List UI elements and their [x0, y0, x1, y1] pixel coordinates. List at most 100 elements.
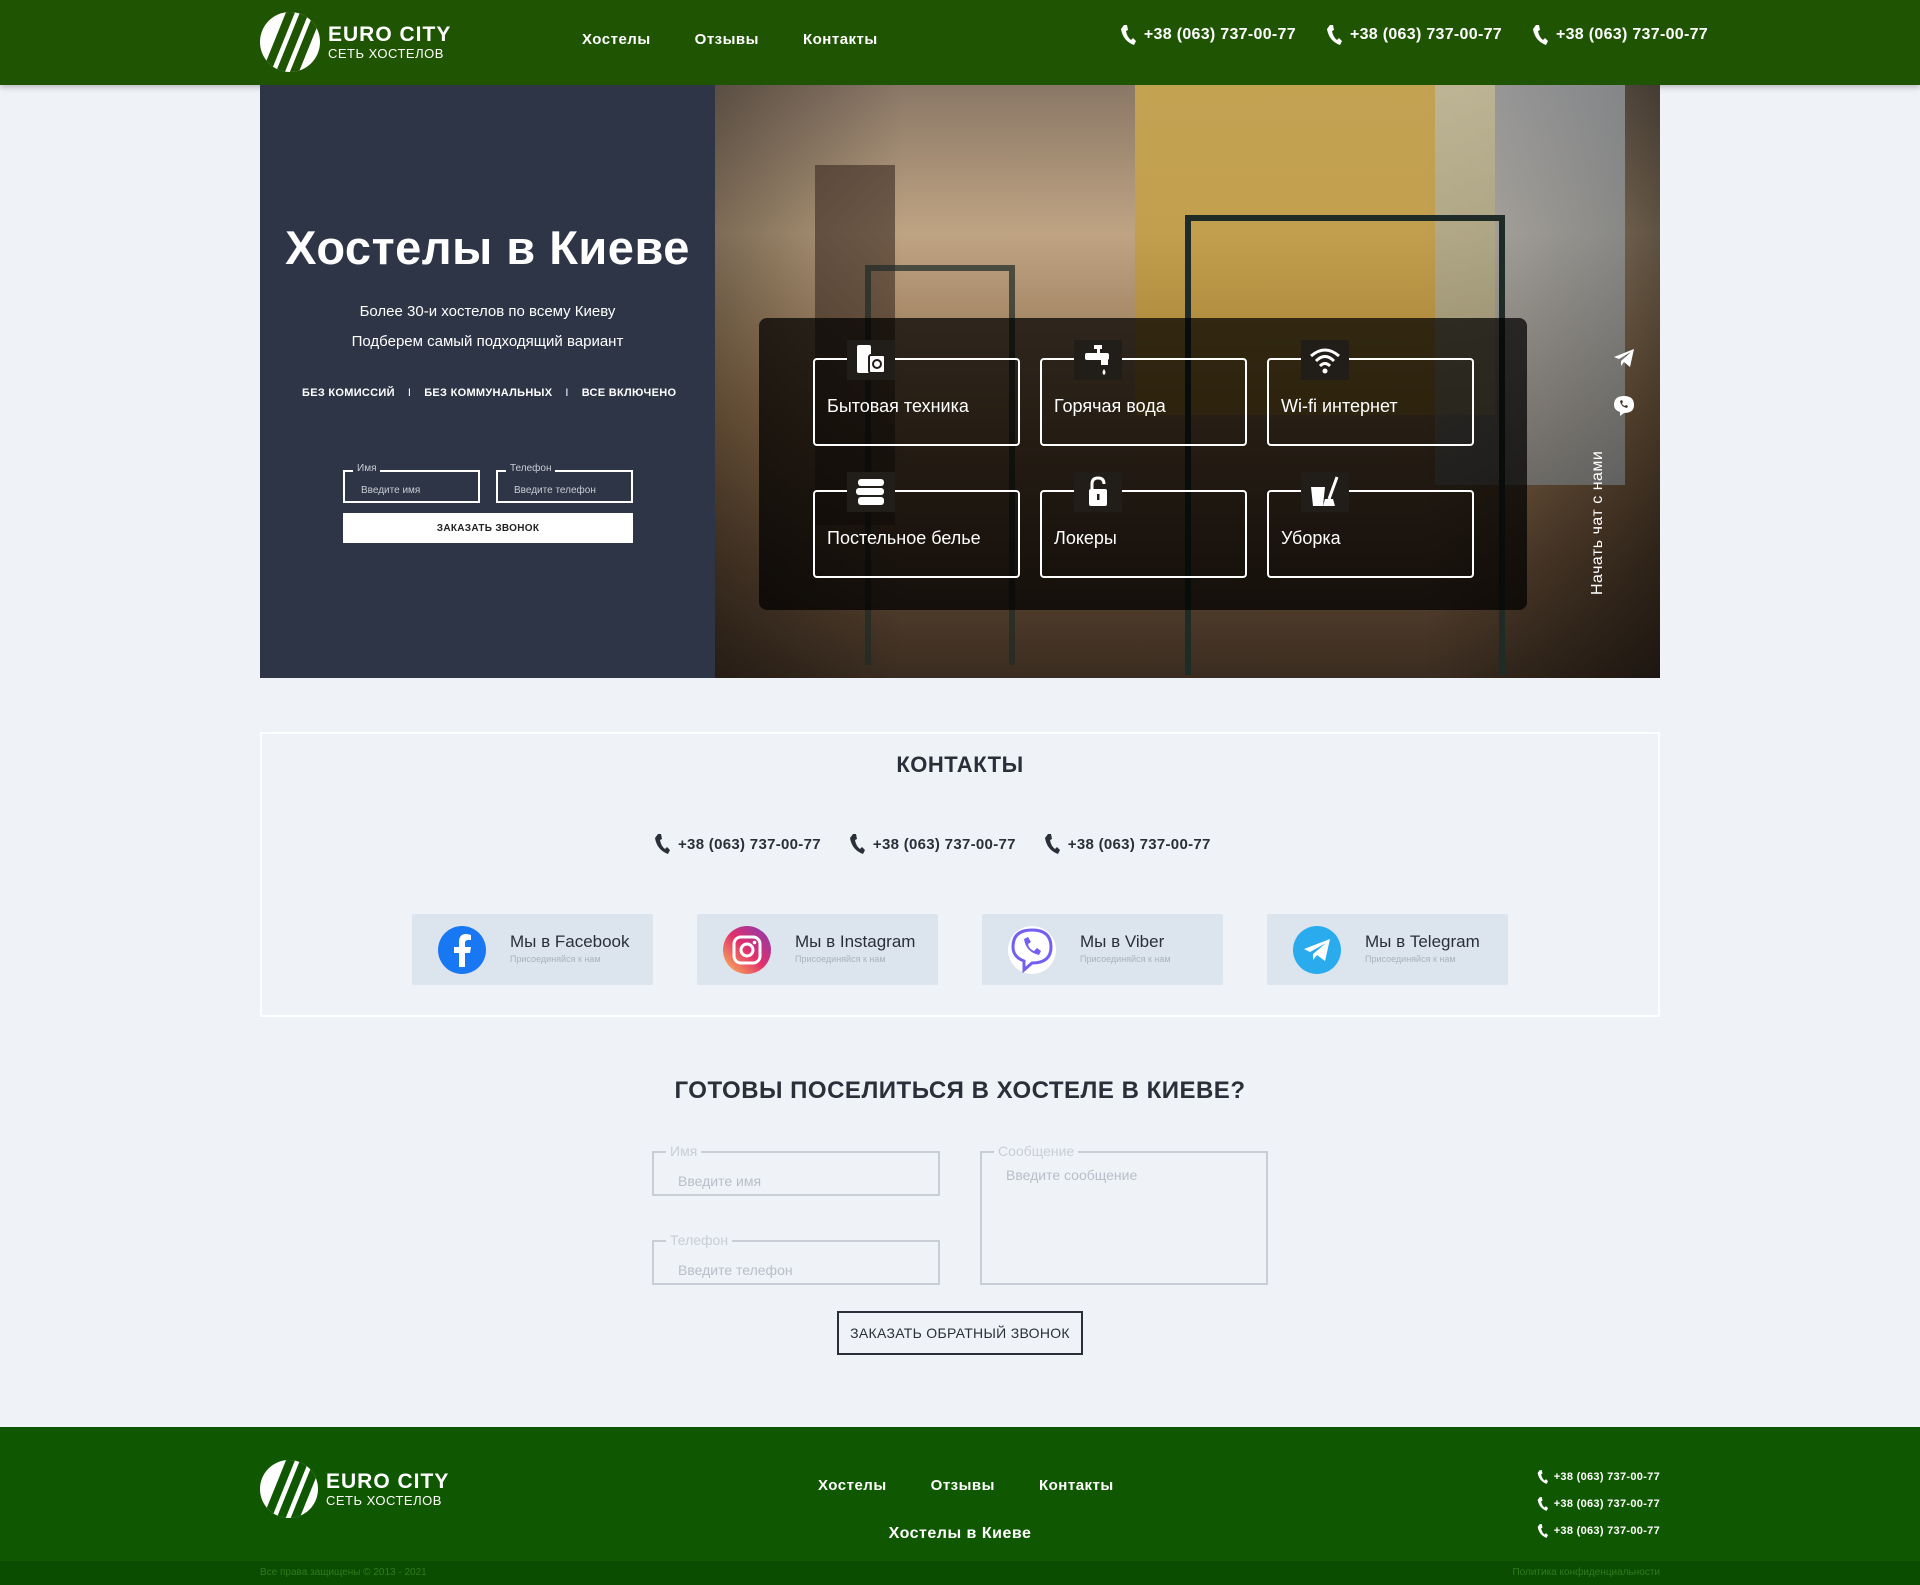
phone-icon: [849, 834, 865, 854]
hero-phone-input[interactable]: [498, 472, 631, 501]
phone-icon: [655, 834, 670, 854]
hero-features: БЕЗ КОМИССИЙ I БЕЗ КОММУНАЛЬНЫХ I ВСЕ ВК…: [302, 387, 676, 399]
telegram-icon: [1293, 926, 1341, 974]
form-name-field: Имя: [652, 1143, 940, 1196]
wifi-icon: [1301, 340, 1349, 380]
amenities-panel: Бытовая техника Горячая вода Wi-fi интер…: [759, 318, 1527, 610]
phone-icon: [1044, 834, 1060, 854]
amenity-lockers: Локеры: [1040, 472, 1247, 578]
header-phone-1[interactable]: +38 (063) 737-00-77: [1120, 24, 1296, 46]
contacts-phone-2[interactable]: +38 (063) 737-00-77: [849, 833, 1016, 855]
form-message-input[interactable]: [982, 1153, 1266, 1283]
logo-subtitle: СЕТЬ ХОСТЕЛОВ: [328, 46, 444, 61]
hero-name-field: Имя: [343, 463, 480, 503]
form-message-field: Сообщение: [980, 1143, 1268, 1285]
feature-no-utilities: БЕЗ КОММУНАЛЬНЫХ: [424, 387, 553, 399]
social-facebook[interactable]: Мы в Facebook Присоединяйся к нам: [412, 914, 653, 985]
amenity-cleaning: Уборка: [1267, 472, 1474, 578]
nav-reviews[interactable]: Отзывы: [695, 31, 759, 48]
footer-nav-hostels[interactable]: Хостелы: [818, 1477, 887, 1494]
phone-icon: [1120, 25, 1136, 45]
order-call-button[interactable]: ЗАКАЗАТЬ ЗВОНОК: [343, 513, 633, 543]
amenity-appliances: Бытовая техника: [813, 340, 1020, 446]
footer-phones: +38 (063) 737-00-77 +38 (063) 737-00-77 …: [1537, 1469, 1660, 1539]
contacts-section: КОНТАКТЫ +38 (063) 737-00-77 +38 (063) 7…: [260, 732, 1660, 1017]
logo-mark-icon: [260, 1460, 318, 1518]
feature-all-included: ВСЕ ВКЛЮЧЕНО: [581, 387, 677, 399]
form-phone-field: Телефон: [652, 1232, 940, 1285]
hero-phone-field: Телефон: [496, 463, 633, 503]
telegram-icon[interactable]: [1613, 348, 1635, 373]
logo[interactable]: EURO CITY СЕТЬ ХОСТЕЛОВ: [260, 12, 451, 72]
feature-separator: I: [565, 387, 569, 399]
nav-contacts[interactable]: Контакты: [803, 31, 878, 48]
start-chat-label[interactable]: Начать чат с нами: [1589, 451, 1607, 595]
instagram-icon: [723, 926, 771, 974]
form-message-label: Сообщение: [994, 1143, 1079, 1159]
footer-nav: Хостелы Отзывы Контакты: [818, 1477, 1114, 1494]
nav-hostels[interactable]: Хостелы: [582, 31, 651, 48]
amenity-bed-linen: Постельное белье: [813, 472, 1020, 578]
main-nav: Хостелы Отзывы Контакты: [582, 31, 878, 48]
bed-linen-icon: [847, 472, 895, 512]
form-name-input[interactable]: [654, 1153, 938, 1194]
hero-panel: Хостелы в Киеве Более 30-и хостелов по в…: [260, 85, 715, 678]
hero-photo: Бытовая техника Горячая вода Wi-fi интер…: [715, 85, 1660, 678]
phone-icon: [1326, 25, 1342, 45]
form-name-label: Имя: [666, 1143, 702, 1159]
contacts-title: КОНТАКТЫ: [896, 752, 1024, 777]
social-viber[interactable]: Мы в Viber Присоединяйся к нам: [982, 914, 1223, 985]
form-phone-label: Телефон: [666, 1232, 733, 1248]
hero-line-1: Более 30-и хостелов по всему Киеву: [359, 303, 616, 320]
phone-icon: [1532, 25, 1548, 45]
lock-icon: [1074, 472, 1122, 512]
header-phones: +38 (063) 737-00-77 +38 (063) 737-00-77 …: [1120, 24, 1708, 46]
footer-bottom-bar: Все права защищены © 2013 - 2021 Политик…: [0, 1561, 1920, 1585]
site-header: EURO CITY СЕТЬ ХОСТЕЛОВ Хостелы Отзывы К…: [0, 0, 1920, 85]
contacts-phones: +38 (063) 737-00-77 +38 (063) 737-00-77 …: [654, 833, 1211, 855]
hot-water-tap-icon: [1074, 340, 1122, 380]
logo-mark-icon: [260, 12, 320, 72]
social-links: Мы в Facebook Присоединяйся к нам Мы в I…: [412, 914, 1508, 985]
hero-name-label: Имя: [353, 463, 381, 474]
contacts-phone-1[interactable]: +38 (063) 737-00-77: [654, 833, 821, 855]
header-phone-2[interactable]: +38 (063) 737-00-77: [1326, 24, 1502, 46]
amenity-hot-water: Горячая вода: [1040, 340, 1247, 446]
form-title: ГОТОВЫ ПОСЕЛИТЬСЯ В ХОСТЕЛЕ В КИЕВЕ?: [674, 1077, 1246, 1104]
hero-title: Хостелы в Киеве: [285, 221, 690, 274]
order-callback-button[interactable]: ЗАКАЗАТЬ ОБРАТНЫЙ ЗВОНОК: [837, 1311, 1083, 1355]
social-telegram[interactable]: Мы в Telegram Присоединяйся к нам: [1267, 914, 1508, 985]
viber-icon: [1008, 926, 1056, 974]
privacy-policy-link[interactable]: Политика конфиденциальности: [1512, 1567, 1660, 1578]
logo-subtitle: СЕТЬ ХОСТЕЛОВ: [326, 1493, 442, 1508]
form-phone-input[interactable]: [654, 1242, 938, 1283]
hero-name-input[interactable]: [345, 472, 478, 501]
hero-phone-label: Телефон: [506, 463, 556, 474]
contacts-phone-3[interactable]: +38 (063) 737-00-77: [1044, 833, 1211, 855]
site-footer: EURO CITY СЕТЬ ХОСТЕЛОВ Хостелы Отзывы К…: [0, 1427, 1920, 1585]
side-chat: Начать чат с нами: [1589, 85, 1659, 678]
facebook-icon: [438, 926, 486, 974]
phone-icon: [1537, 1524, 1548, 1538]
footer-nav-reviews[interactable]: Отзывы: [931, 1477, 995, 1494]
footer-logo[interactable]: EURO CITY СЕТЬ ХОСТЕЛОВ: [260, 1460, 449, 1518]
phone-icon: [1537, 1497, 1548, 1511]
footer-phone-1[interactable]: +38 (063) 737-00-77: [1537, 1469, 1660, 1485]
feature-no-commission: БЕЗ КОМИССИЙ: [302, 387, 395, 399]
hero-section: Хостелы в Киеве Более 30-и хостелов по в…: [260, 85, 1660, 678]
header-phone-3[interactable]: +38 (063) 737-00-77: [1532, 24, 1708, 46]
amenity-wifi: Wi-fi интернет: [1267, 340, 1474, 446]
footer-phone-2[interactable]: +38 (063) 737-00-77: [1537, 1496, 1660, 1512]
logo-title: EURO CITY: [328, 23, 452, 46]
logo-title: EURO CITY: [326, 1470, 450, 1493]
appliances-icon: [847, 340, 895, 380]
footer-nav-contacts[interactable]: Контакты: [1039, 1477, 1114, 1494]
cleaning-icon: [1301, 472, 1349, 512]
feature-separator: I: [407, 387, 412, 399]
viber-icon[interactable]: [1613, 395, 1635, 422]
hero-line-2: Подберем самый подходящий вариант: [351, 333, 624, 350]
phone-icon: [1537, 1470, 1548, 1484]
footer-phone-3[interactable]: +38 (063) 737-00-77: [1537, 1523, 1660, 1539]
social-instagram[interactable]: Мы в Instagram Присоединяйся к нам: [697, 914, 938, 985]
copyright: Все права защищены © 2013 - 2021: [260, 1567, 427, 1578]
